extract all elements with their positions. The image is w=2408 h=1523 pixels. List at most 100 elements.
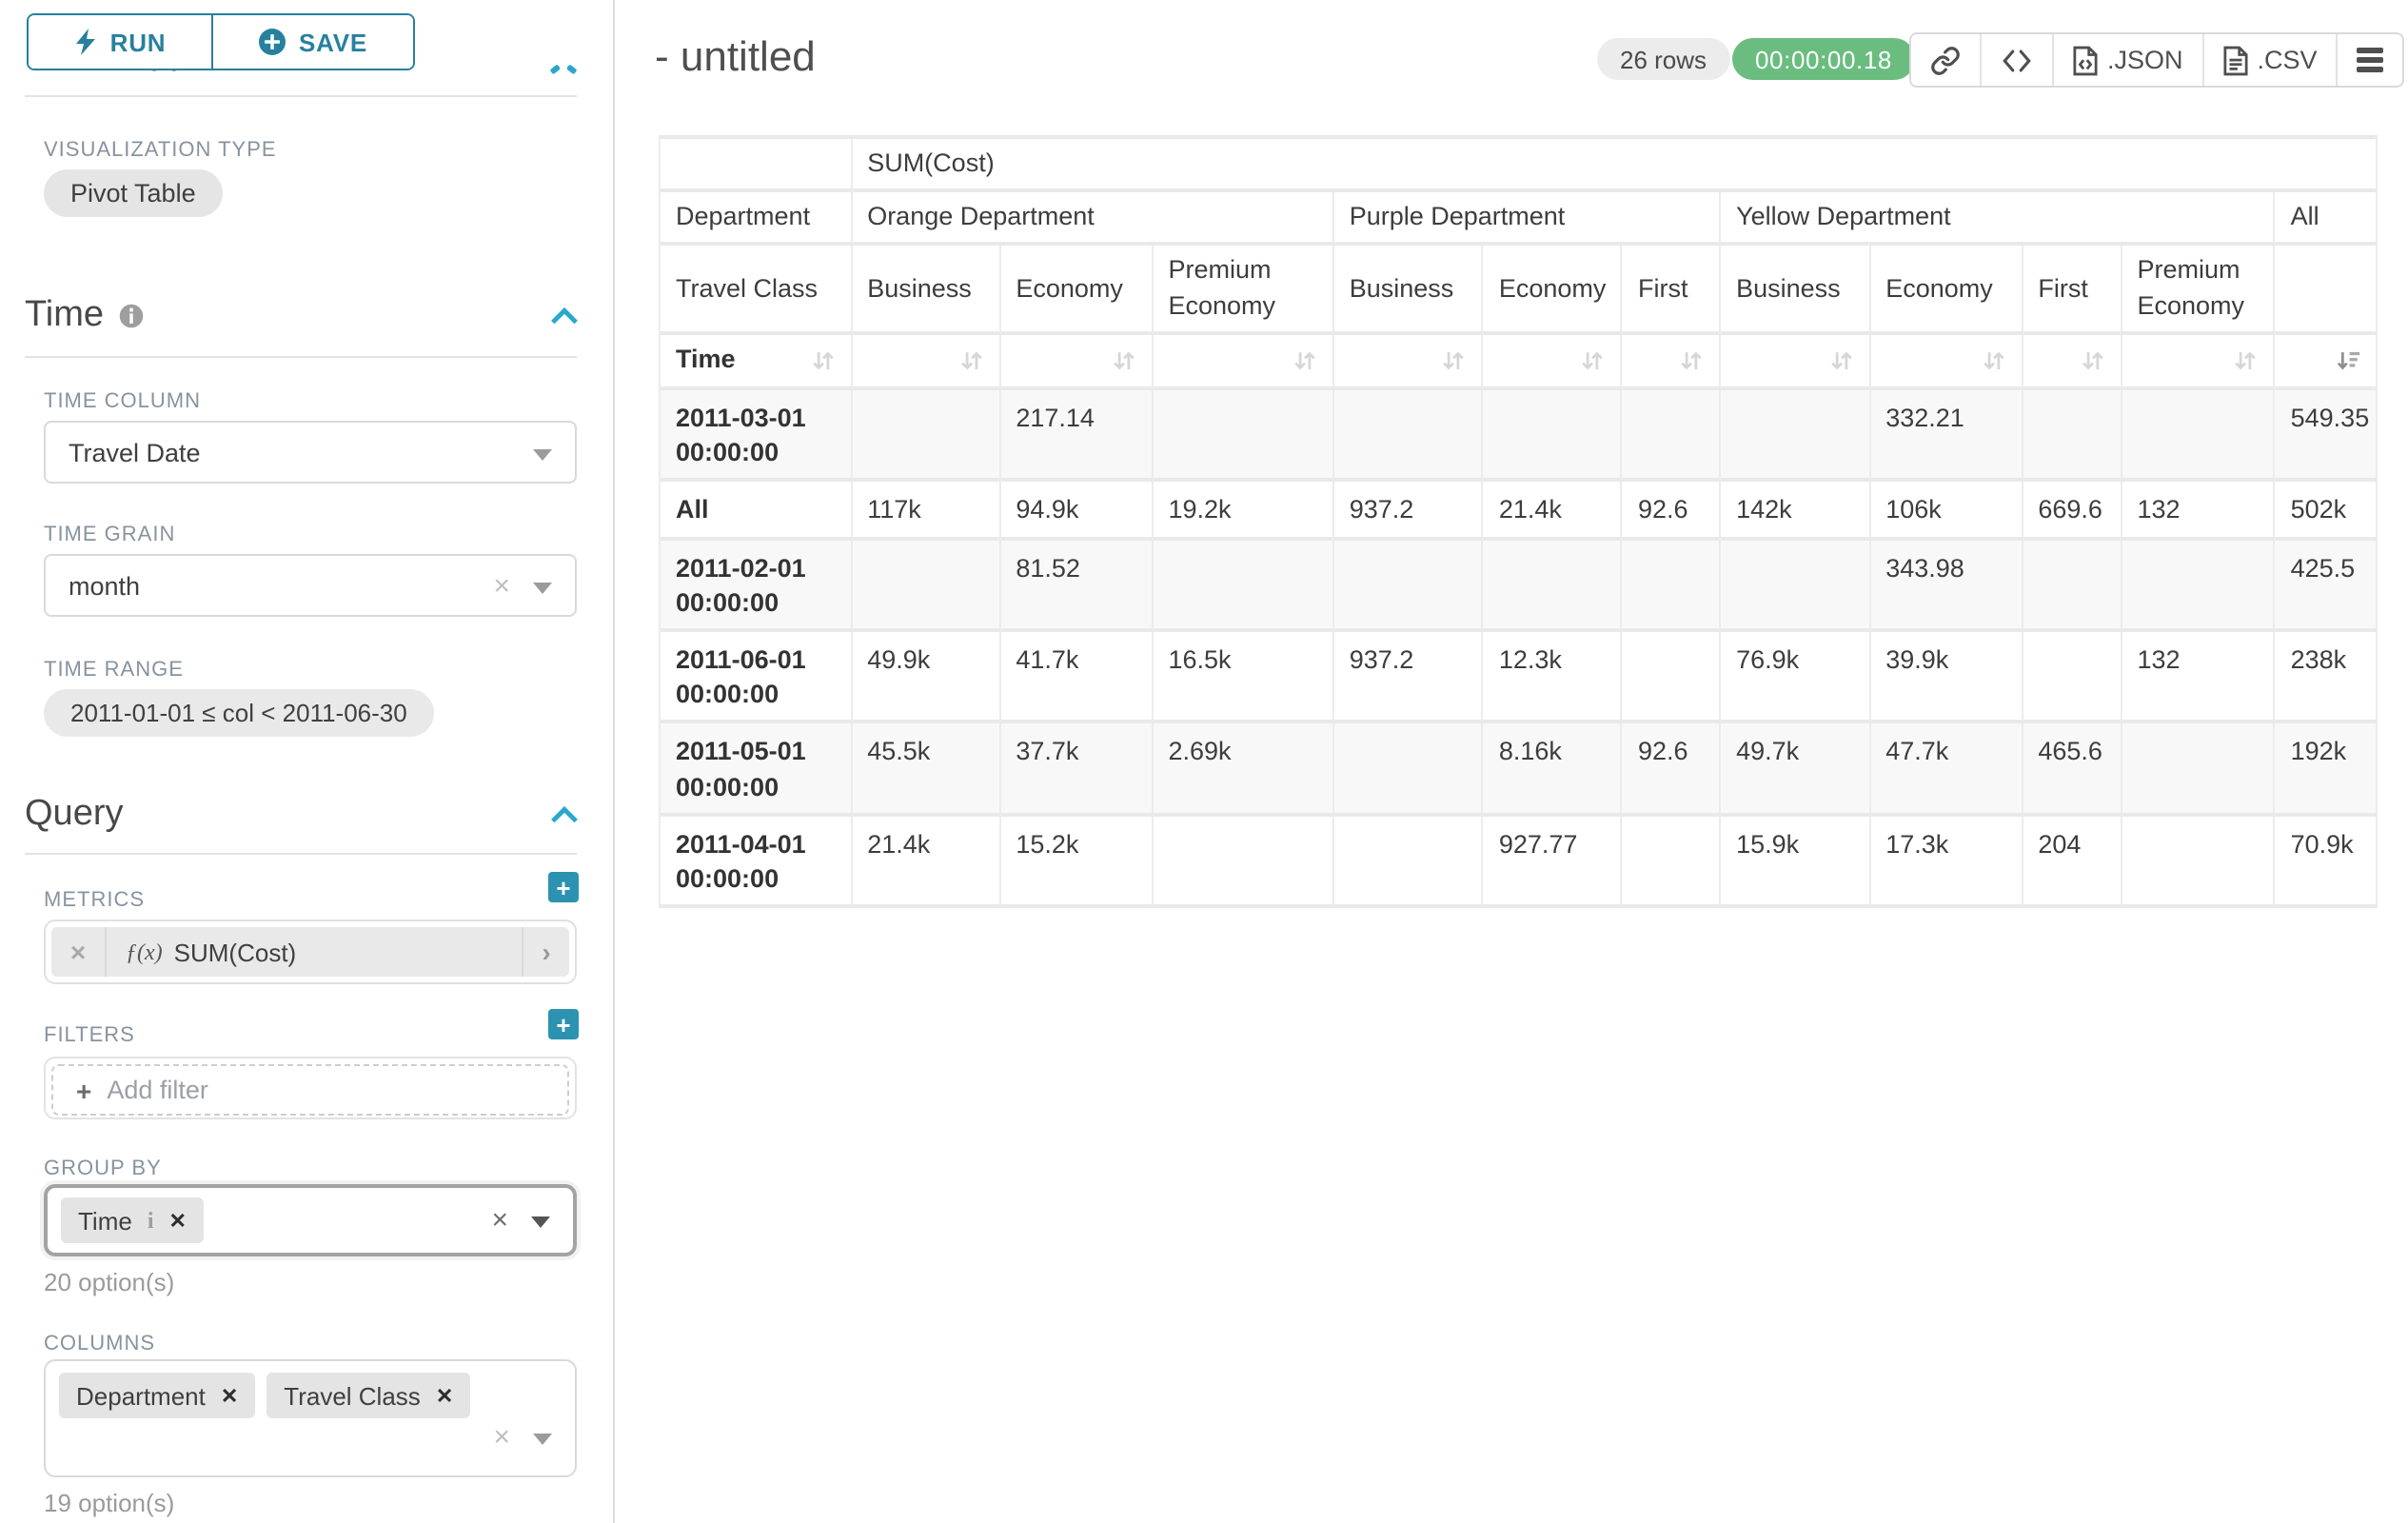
pivot-value-cell: [1334, 724, 1484, 817]
pivot-value-cell: [1623, 390, 1721, 483]
pivot-value-cell: 37.7k: [1000, 724, 1153, 817]
query-section-header[interactable]: Query: [25, 794, 579, 836]
metrics-container: × ƒ(x) SUM(Cost) ›: [44, 920, 577, 984]
sort-icon[interactable]: [1581, 348, 1606, 373]
pivot-value-cell: 21.4k: [1484, 483, 1623, 540]
chevron-right-icon[interactable]: ›: [522, 927, 569, 977]
viz-type-label: VISUALIZATION TYPE: [44, 139, 277, 162]
panel-divider: [613, 0, 615, 1523]
pivot-value-cell: 204: [2023, 817, 2122, 909]
remove-tag-icon[interactable]: ✕: [169, 1208, 187, 1233]
add-filter-placeholder: Add filter: [107, 1076, 208, 1104]
caret-down-icon[interactable]: [533, 448, 552, 460]
sort-icon[interactable]: [810, 348, 835, 373]
chevron-up-icon[interactable]: [567, 64, 578, 73]
pivot-value-cell: 81.52: [1000, 540, 1153, 632]
time-grain-value: month: [69, 571, 140, 600]
pivot-value-cell: 937.2: [1334, 632, 1484, 724]
save-button[interactable]: SAVE: [213, 15, 413, 69]
pivot-sort-header: [1000, 335, 1153, 390]
group-by-tags: Timei✕: [61, 1197, 204, 1243]
selected-option-tag[interactable]: Travel Class✕: [266, 1373, 470, 1418]
query-section-title: Query: [25, 794, 124, 836]
pivot-value-cell: 142k: [1721, 483, 1870, 540]
pivot-value-cell: 15.9k: [1721, 817, 1870, 909]
pivot-value-cell: [1484, 390, 1623, 483]
caret-down-icon[interactable]: [533, 582, 552, 593]
export-csv-button[interactable]: .CSV: [2202, 34, 2337, 86]
pivot-value-cell: 217.14: [1000, 390, 1153, 483]
pivot-group-header: Purple Department: [1334, 192, 1721, 246]
info-icon[interactable]: [117, 303, 144, 329]
time-column-select[interactable]: Travel Date: [44, 421, 577, 484]
selected-option-tag[interactable]: Timei✕: [61, 1197, 204, 1243]
clear-icon[interactable]: ×: [491, 1206, 508, 1235]
pivot-table: SUM(Cost)DepartmentOrange DepartmentPurp…: [659, 135, 2378, 909]
selected-option-tag[interactable]: Department✕: [59, 1373, 255, 1418]
group-by-label: GROUP BY: [44, 1157, 162, 1180]
filters-container: + Add filter: [44, 1057, 577, 1119]
pivot-col-dim-header: Travel Class: [661, 247, 852, 335]
filters-label: FILTERS: [44, 1024, 135, 1047]
pivot-data-row: 2011-02-01 00:00:0081.52343.98425.5: [661, 540, 2378, 632]
sort-icon[interactable]: [958, 348, 983, 373]
add-filter-button[interactable]: + Add filter: [51, 1064, 569, 1116]
hamburger-menu-icon: [2358, 49, 2384, 72]
time-section-header[interactable]: Time: [25, 295, 579, 337]
pivot-row-dim-header: Department: [661, 192, 852, 246]
sort-icon[interactable]: [1442, 348, 1467, 373]
clear-icon[interactable]: ×: [493, 571, 510, 600]
export-csv-label: .CSV: [2258, 46, 2318, 74]
pivot-row-header: 2011-06-01 00:00:00: [661, 632, 852, 724]
chart-menu-button[interactable]: [2337, 34, 2403, 86]
embed-code-button[interactable]: [1980, 34, 2052, 86]
chevron-up-icon[interactable]: [550, 64, 561, 73]
pivot-value-cell: 238k: [2276, 632, 2378, 724]
add-metric-button[interactable]: +: [548, 872, 579, 902]
pivot-value-cell: [2122, 390, 2275, 483]
pivot-value-cell: 117k: [852, 483, 1000, 540]
add-filter-plus-button[interactable]: +: [548, 1009, 579, 1039]
time-grain-label: TIME GRAIN: [44, 524, 175, 546]
columns-select[interactable]: Department✕Travel Class✕ ×: [44, 1359, 577, 1477]
remove-tag-icon[interactable]: ✕: [221, 1383, 238, 1408]
remove-metric-icon[interactable]: ×: [51, 927, 107, 977]
clear-icon[interactable]: ×: [493, 1423, 510, 1452]
time-grain-select[interactable]: month ×: [44, 554, 577, 617]
chart-title[interactable]: - untitled: [655, 32, 816, 82]
group-by-select[interactable]: Timei✕ ×: [44, 1184, 577, 1256]
remove-tag-icon[interactable]: ✕: [436, 1383, 453, 1408]
sort-icon[interactable]: [2080, 348, 2104, 373]
pivot-subcol-header: Economy: [1000, 247, 1153, 335]
export-json-button[interactable]: .JSON: [2052, 34, 2202, 86]
chevron-up-icon[interactable]: [550, 307, 579, 326]
metric-pill[interactable]: × ƒ(x) SUM(Cost) ›: [51, 927, 569, 977]
sort-icon[interactable]: [2234, 348, 2259, 373]
caret-down-icon[interactable]: [533, 1434, 552, 1445]
pivot-value-cell: [2122, 724, 2275, 817]
sort-row-label: Time: [676, 344, 736, 378]
sort-icon[interactable]: [1112, 348, 1136, 373]
pivot-value-cell: 21.4k: [852, 817, 1000, 909]
viz-type-pill[interactable]: Pivot Table: [44, 169, 223, 217]
pivot-sort-header: [2122, 335, 2275, 390]
pivot-value-cell: [1154, 817, 1334, 909]
pivot-value-cell: 332.21: [1870, 390, 2023, 483]
pivot-value-cell: 49.9k: [852, 632, 1000, 724]
chevron-up-icon[interactable]: [550, 805, 579, 824]
share-link-button[interactable]: [1911, 34, 1980, 86]
caret-down-icon[interactable]: [531, 1216, 550, 1228]
sorted-desc-icon[interactable]: [2336, 348, 2360, 373]
time-range-pill[interactable]: 2011-01-01 ≤ col < 2011-06-30: [44, 689, 434, 737]
sort-icon[interactable]: [1828, 348, 1853, 373]
sort-icon[interactable]: [1679, 348, 1704, 373]
pivot-value-cell: [1154, 390, 1334, 483]
pivot-value-cell: 39.9k: [1870, 632, 2023, 724]
run-button[interactable]: RUN: [29, 15, 213, 69]
sort-icon[interactable]: [1981, 348, 2005, 373]
chart-actions-toolbar: .JSON .CSV: [1909, 32, 2405, 88]
pivot-value-cell: [1334, 390, 1484, 483]
pivot-data-row: All117k94.9k19.2k937.221.4k92.6142k106k6…: [661, 483, 2378, 540]
sort-icon[interactable]: [1293, 348, 1317, 373]
pivot-value-cell: 15.2k: [1000, 817, 1153, 909]
